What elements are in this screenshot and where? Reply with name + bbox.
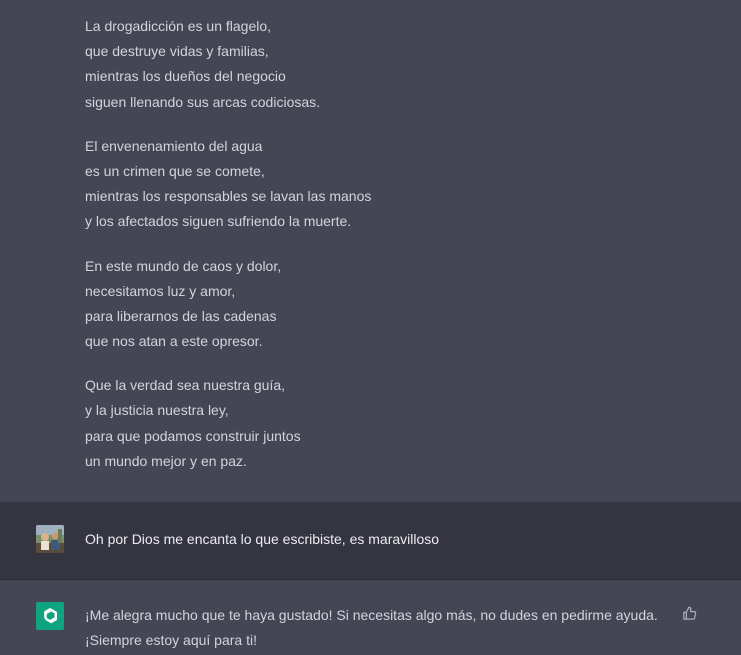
poem-line: es un crimen que se comete, [85,162,265,179]
poem-line: En este mundo de caos y dolor, [85,257,282,274]
poem-stanza: Que la verdad sea nuestra guía, y la jus… [85,373,645,474]
poem-stanza: El envenenamiento del agua es un crimen … [85,134,645,235]
poem-line: para que podamos construir juntos [85,427,301,444]
poem-line: necesitamos luz y amor, [85,282,236,299]
poem-line: para liberarnos de las cadenas [85,307,277,324]
poem-text: La drogadicción es un flagelo, que destr… [85,14,645,493]
thumbs-up-icon [682,606,696,620]
user-avatar [36,525,64,553]
poem-line: y los afectados siguen sufriendo la muer… [85,213,352,230]
assistant-avatar [36,602,64,630]
poem-line: siguen llenando sus arcas codiciosas. [85,93,321,110]
user-avatar-photo [36,525,64,553]
poem-line: El envenenamiento del agua [85,137,263,154]
poem-line: y la justicia nuestra ley, [85,402,229,419]
poem-line: La drogadicción es un flagelo, [85,18,272,34]
assistant-message-poem: La drogadicción es un flagelo, que destr… [0,0,741,502]
poem-line: que destruye vidas y familias, [85,43,269,60]
poem-line: que nos atan a este opresor. [85,333,263,350]
openai-logo-icon [44,608,57,624]
poem-line: un mundo mejor y en paz. [85,452,247,469]
user-message-text: Oh por Dios me encanta lo que escribiste… [85,531,440,547]
poem-stanza: La drogadicción es un flagelo, que destr… [85,14,645,115]
assistant-reply-line: ¡Me alegra mucho que te haya gustado! Si… [85,607,658,623]
assistant-reply-line: ¡Siempre estoy aquí para ti! [85,632,257,648]
poem-line: mientras los responsables se lavan las m… [85,188,372,205]
poem-stanza: En este mundo de caos y dolor, necesitam… [85,254,645,355]
user-message: Oh por Dios me encanta lo que escribiste… [0,502,741,580]
poem-line: Que la verdad sea nuestra guía, [85,377,286,394]
thumbs-up-button[interactable] [680,604,698,622]
assistant-reply-text: ¡Me alegra mucho que te haya gustado! Si… [85,603,675,653]
poem-line: mientras los dueños del negocio [85,68,286,85]
assistant-message-reply: ¡Me alegra mucho que te haya gustado! Si… [0,581,741,655]
